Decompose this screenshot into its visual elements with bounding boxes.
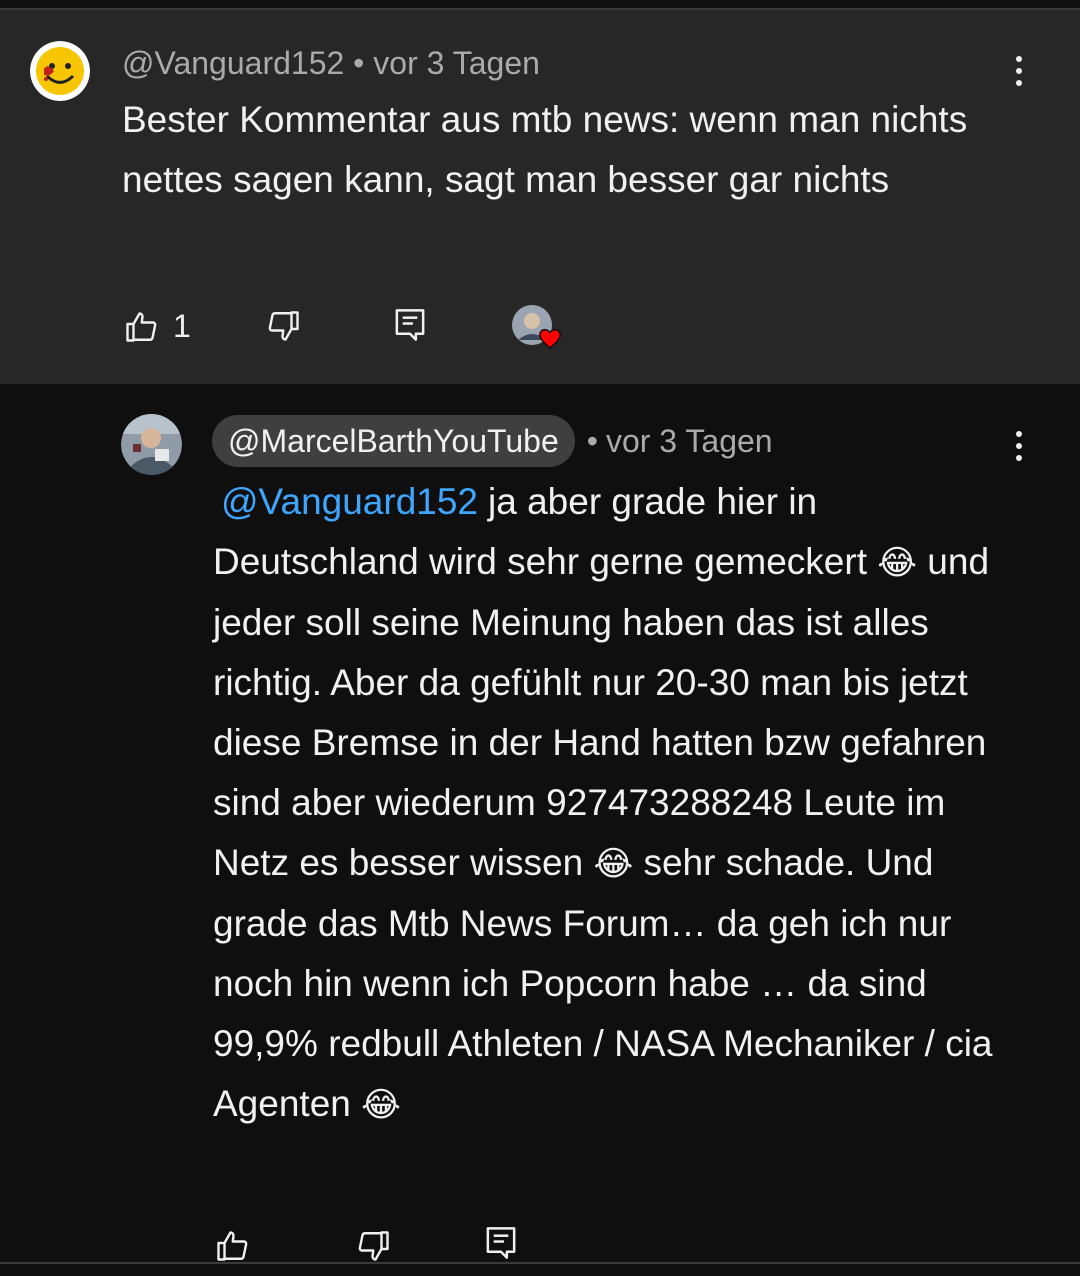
thumb-down-icon [358, 1231, 389, 1261]
comment-meta: @Vanguard152 • vor 3 Tagen [122, 45, 540, 82]
reply-like-button[interactable] [214, 1228, 250, 1264]
reply-dislike-button[interactable] [356, 1228, 392, 1264]
reply-text-part: sehr schade. Und grade das Mtb News Foru… [213, 842, 993, 1124]
thumb-up-icon [126, 311, 157, 342]
reply-icon [486, 1227, 516, 1259]
reply-reply-button[interactable] [483, 1224, 519, 1262]
bottom-divider [0, 1262, 1080, 1264]
reply-text: @Vanguard152 ja aber grade hier in Deutsc… [213, 472, 1013, 1135]
reply-avatar[interactable] [121, 414, 182, 475]
like-button[interactable]: 1 [123, 308, 191, 345]
comment-author[interactable]: @Vanguard152 [122, 45, 344, 81]
more-vert-icon[interactable] [1014, 56, 1024, 86]
reply-time[interactable]: vor 3 Tagen [606, 423, 773, 460]
meta-separator: • [586, 422, 598, 459]
laughing-emoji: 😂 [361, 1086, 401, 1124]
like-count: 1 [173, 308, 191, 344]
thumb-up-icon [217, 1231, 248, 1261]
creator-heart-icon [512, 304, 566, 352]
comment-text: Bester Kommentar aus mtb news: wenn man … [122, 99, 968, 200]
smiley-avatar-icon[interactable] [30, 41, 90, 101]
laughing-emoji: 😂 [593, 845, 634, 883]
reply-author-chip[interactable]: @MarcelBarthYouTube [212, 415, 575, 467]
reply-text-part: und jeder soll seine Meinung haben das i… [213, 541, 990, 883]
reply-button[interactable] [392, 306, 428, 344]
mention-link[interactable]: @Vanguard152 [221, 481, 478, 522]
reply-icon [395, 309, 425, 341]
reply-meta: @MarcelBarthYouTube • vor 3 Tagen [212, 414, 773, 468]
more-vert-icon[interactable] [1014, 431, 1024, 461]
thumb-down-icon [268, 311, 299, 341]
comment-time[interactable]: vor 3 Tagen [373, 45, 540, 81]
meta-separator: • [353, 45, 365, 81]
laughing-emoji: 😂 [877, 544, 918, 582]
dislike-button[interactable] [266, 308, 302, 344]
